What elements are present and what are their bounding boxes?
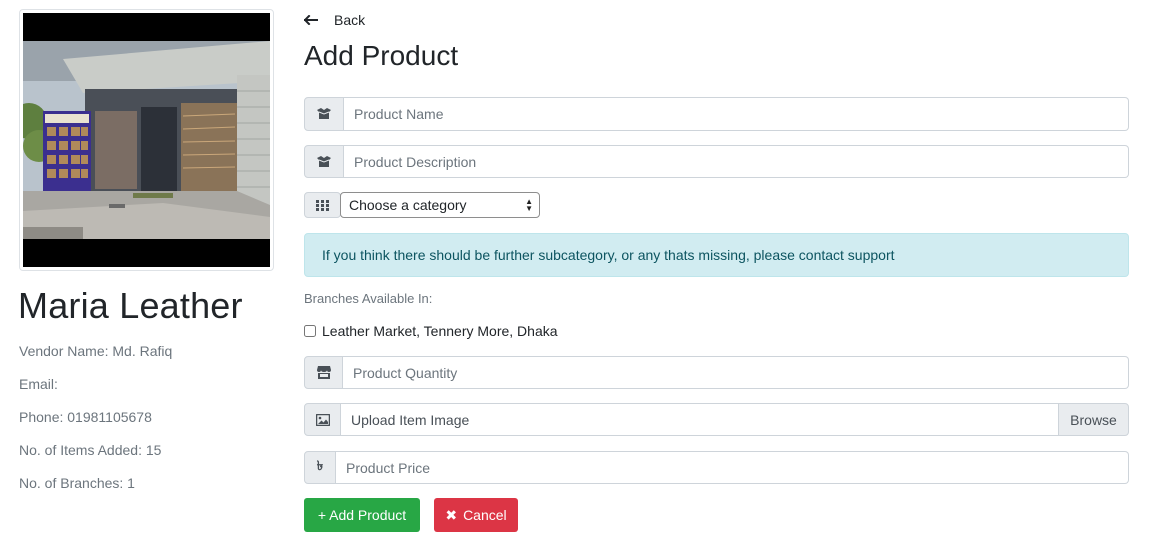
- add-product-label: + Add Product: [317, 507, 407, 523]
- product-description-group: [304, 145, 1129, 178]
- product-price-input[interactable]: [336, 451, 1129, 484]
- store-photo-frame: [23, 13, 270, 267]
- browse-button[interactable]: Browse: [1058, 403, 1129, 436]
- email-label: Email:: [19, 376, 58, 392]
- branch-checkbox[interactable]: [304, 325, 316, 337]
- store-photo-image: [23, 41, 270, 239]
- box-open-icon: [304, 145, 344, 178]
- item-image-file-input[interactable]: Upload Item Image: [341, 403, 1058, 436]
- vendor-store-photo: [19, 9, 274, 271]
- item-image-label: Upload Item Image: [351, 411, 470, 428]
- arrow-left-icon: [304, 15, 318, 25]
- phone-label: Phone:: [19, 409, 64, 425]
- page-title: Add Product: [304, 40, 459, 71]
- box-open-icon: [304, 97, 344, 131]
- phone-value: 01981105678: [67, 409, 152, 425]
- item-image-upload-group: Upload Item Image Browse: [304, 403, 1129, 436]
- vendor-name-title: Maria Leather: [18, 285, 243, 326]
- category-selected-value: Choose a category: [349, 197, 467, 213]
- vendor-name-label: Vendor Name:: [19, 343, 109, 359]
- category-select[interactable]: Choose a category ▲ ▼: [340, 192, 540, 218]
- product-quantity-group: [304, 356, 1129, 389]
- product-price-group: ৳: [304, 451, 1129, 484]
- cancel-button[interactable]: ✖ Cancel: [434, 498, 518, 532]
- branches-count-label: No. of Branches:: [19, 475, 124, 491]
- add-product-button[interactable]: + Add Product: [304, 498, 420, 532]
- items-added-line: No. of Items Added: 15: [19, 442, 161, 458]
- add-product-form: Back Add Product Choose a category ▲▼ If…: [304, 0, 1130, 543]
- back-link[interactable]: Back: [304, 10, 365, 30]
- items-added-label: No. of Items Added:: [19, 442, 142, 458]
- vendor-name-line: Vendor Name: Md. Rafiq: [19, 343, 172, 359]
- grid-icon: [304, 192, 341, 218]
- branches-count-value: 1: [127, 475, 135, 491]
- cancel-label: Cancel: [463, 507, 507, 523]
- phone-line: Phone: 01981105678: [19, 409, 152, 425]
- store-icon: [304, 356, 343, 389]
- branch-option[interactable]: Leather Market, Tennery More, Dhaka: [304, 323, 558, 339]
- vendor-panel: Maria Leather Vendor Name: Md. Rafiq Ema…: [0, 0, 290, 543]
- back-label: Back: [334, 12, 366, 28]
- product-name-input[interactable]: [344, 97, 1129, 131]
- email-line: Email:: [19, 376, 58, 392]
- taka-icon: ৳: [304, 451, 336, 484]
- select-arrows-icon: ▲ ▼: [525, 197, 533, 213]
- alert-text: If you think there should be further sub…: [322, 247, 895, 263]
- branch-option-label: Leather Market, Tennery More, Dhaka: [322, 323, 558, 339]
- product-name-group: [304, 97, 1129, 131]
- product-description-input[interactable]: [344, 145, 1129, 178]
- branches-label: Branches Available In:: [304, 291, 433, 306]
- branches-count-line: No. of Branches: 1: [19, 475, 135, 491]
- category-row: Choose a category ▲ ▼: [304, 192, 540, 218]
- subcategory-info-alert: If you think there should be further sub…: [304, 233, 1129, 277]
- items-added-value: 15: [145, 442, 162, 458]
- image-icon: [304, 403, 341, 436]
- close-icon: ✖: [445, 507, 458, 523]
- product-quantity-input[interactable]: [343, 356, 1129, 389]
- vendor-name-value: Md. Rafiq: [112, 343, 173, 359]
